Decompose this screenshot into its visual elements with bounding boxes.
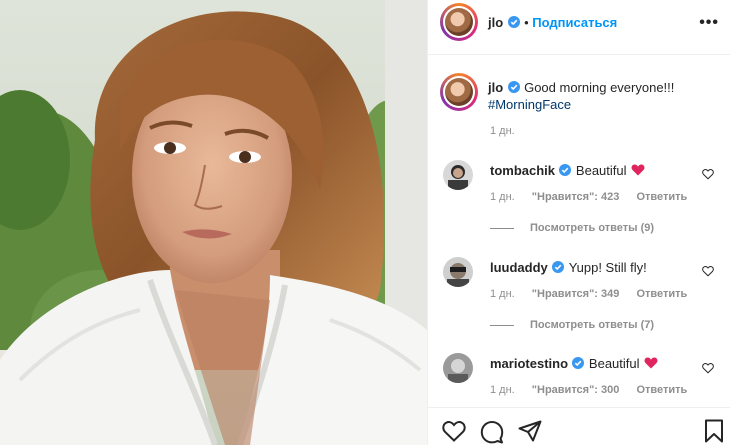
view-replies-label: Посмотреть ответы (7): [530, 319, 655, 331]
author-username[interactable]: jlo: [488, 15, 503, 30]
comment-body: tombachik Beautiful: [490, 162, 645, 180]
comment-time[interactable]: 1 дн.: [490, 191, 515, 203]
comment-icon[interactable]: [480, 420, 504, 444]
verified-badge-icon: [572, 357, 585, 369]
comment-like-heart-icon[interactable]: [702, 362, 714, 374]
caption-username[interactable]: jlo: [488, 80, 503, 95]
comment-username[interactable]: luudaddy: [490, 260, 548, 275]
post-photo[interactable]: [0, 0, 427, 445]
caption-hashtag[interactable]: #MorningFace: [488, 97, 571, 112]
comment-avatar[interactable]: [443, 353, 473, 383]
view-replies-label: Посмотреть ответы (9): [530, 222, 655, 234]
author-avatar[interactable]: [440, 3, 478, 41]
comment-meta: 1 дн. "Нравится": 349 Ответить: [490, 288, 701, 300]
view-replies-button[interactable]: Посмотреть ответы (9): [490, 222, 654, 234]
post-action-bar: [428, 407, 730, 445]
replies-divider: [490, 324, 514, 326]
share-icon[interactable]: [518, 420, 542, 442]
comment-meta: 1 дн. "Нравится": 423 Ответить: [490, 191, 701, 203]
reply-button[interactable]: Ответить: [636, 191, 687, 203]
bookmark-icon[interactable]: [704, 419, 724, 443]
comment-time[interactable]: 1 дн.: [490, 384, 515, 396]
comment-text: Yupp! Still fly!: [568, 260, 647, 275]
comment-likes[interactable]: "Нравится": 300: [532, 384, 620, 396]
verified-badge-icon: [507, 81, 520, 93]
post-photo-image: [0, 0, 427, 445]
post-header: jlo • Подписаться •••: [428, 0, 730, 55]
comment-text: Beautiful: [588, 356, 640, 371]
follow-button[interactable]: Подписаться: [532, 15, 617, 30]
verified-badge-icon: [507, 16, 520, 28]
heart-icon[interactable]: [442, 420, 466, 442]
reply-button[interactable]: Ответить: [636, 288, 687, 300]
caption: jlo Good morning everyone!!! #MorningFac…: [488, 79, 718, 113]
comment-like-heart-icon[interactable]: [702, 265, 714, 277]
comment-username[interactable]: mariotestino: [490, 356, 568, 371]
replies-divider: [490, 227, 514, 229]
comment-text: Beautiful: [575, 163, 627, 178]
comment-body: mariotestino Beautiful: [490, 355, 658, 373]
comment-username[interactable]: tombachik: [490, 163, 555, 178]
comment-avatar[interactable]: [443, 160, 473, 190]
comment-meta: 1 дн. "Нравится": 300 Ответить: [490, 384, 701, 396]
comment-avatar[interactable]: [443, 257, 473, 287]
author-line: jlo • Подписаться: [488, 15, 618, 30]
comment-likes[interactable]: "Нравится": 423: [532, 191, 620, 203]
red-heart-emoji-icon: [644, 357, 658, 369]
caption-text: Good morning everyone!!!: [524, 80, 675, 95]
comment-likes[interactable]: "Нравится": 349: [532, 288, 620, 300]
red-heart-emoji-icon: [631, 164, 645, 176]
caption-time[interactable]: 1 дн.: [490, 125, 515, 137]
post-side-panel: jlo • Подписаться ••• jlo Good morning e…: [427, 0, 730, 445]
more-options-icon[interactable]: •••: [699, 14, 719, 32]
verified-badge-icon: [552, 261, 565, 273]
reply-button[interactable]: Ответить: [636, 384, 687, 396]
comment-body: luudaddy Yupp! Still fly!: [490, 259, 647, 277]
caption-avatar[interactable]: [440, 73, 478, 111]
view-replies-button[interactable]: Посмотреть ответы (7): [490, 319, 654, 331]
verified-badge-icon: [559, 164, 572, 176]
comment-time[interactable]: 1 дн.: [490, 288, 515, 300]
comment-like-heart-icon[interactable]: [702, 168, 714, 180]
